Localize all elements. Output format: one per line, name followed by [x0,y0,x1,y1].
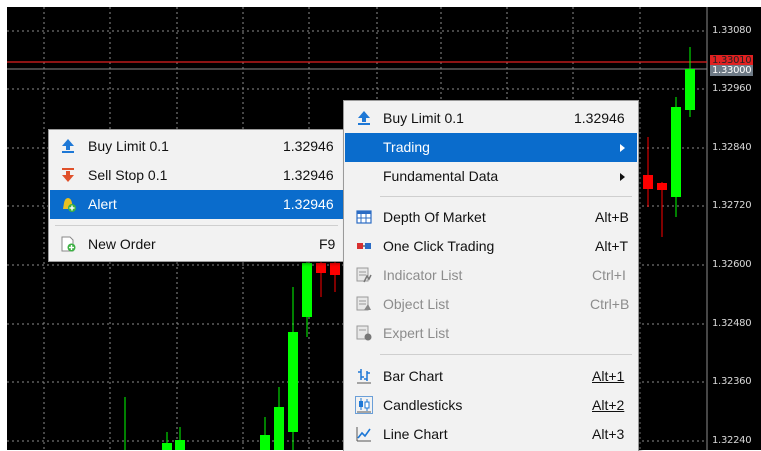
expert-list-icon [356,325,372,341]
new-order-icon [61,236,76,252]
candlesticks-icon [355,396,373,414]
candle-body [671,107,681,197]
submenu-item-price: 1.32946 [283,167,334,183]
price-label: 1.32240 [712,435,752,446]
price-label: 1.32360 [712,376,752,387]
candle-body [657,183,667,190]
price-label: 1.32840 [712,142,752,153]
submenu-item-buy-limit[interactable]: Buy Limit 0.1 1.32946 [50,132,343,161]
submenu-item-label: Buy Limit 0.1 [88,138,169,154]
submenu-item-price: 1.32946 [283,138,334,154]
menu-item-trading[interactable]: Trading [345,133,637,162]
submenu-item-label: Alert [88,196,117,212]
trading-submenu: Buy Limit 0.1 1.32946 Sell Stop 0.1 1.32… [48,129,345,262]
candle-body [643,175,653,189]
object-list-icon [356,296,371,311]
alert-bell-icon [63,198,76,212]
price-label: 1.32720 [712,200,752,211]
submenu-item-sell-stop[interactable]: Sell Stop 0.1 1.32946 [50,161,343,190]
menu-item-label: Object List [383,296,450,312]
menu-item-object-list[interactable]: Object List Ctrl+B [345,290,637,319]
submenu-item-label: Sell Stop 0.1 [88,167,168,183]
menu-item-label: Expert List [383,325,450,341]
menu-item-shortcut: Alt+B [595,209,629,225]
candle-body [330,263,340,275]
price-label: 1.32480 [712,318,752,329]
menu-item-buy-limit[interactable]: Buy Limit 0.1 1.32946 [345,104,637,133]
menu-item-label: Candlesticks [383,397,463,413]
price-label: 1.32960 [712,83,752,94]
candle-body [685,69,695,110]
menu-item-shortcut: Ctrl+B [590,296,630,312]
menu-item-shortcut: Alt+3 [592,426,625,442]
candle-body [162,443,172,450]
menu-separator [380,354,632,355]
menu-item-candlesticks[interactable]: Candlesticks Alt+2 [345,391,637,420]
candle-body [302,263,312,317]
submenu-item-price: 1.32946 [283,196,334,212]
candle-body [274,407,284,450]
menu-item-price: 1.32946 [574,110,625,126]
menu-item-shortcut: Ctrl+I [592,267,626,283]
menu-separator [55,225,338,226]
menu-item-label: Buy Limit 0.1 [383,110,464,126]
submenu-arrow-icon [620,144,625,152]
buy-limit-arrow-icon [62,139,74,153]
submenu-item-new-order[interactable]: New Order F9 [50,230,343,259]
submenu-item-label: New Order [88,236,156,252]
chart-context-menu: Buy Limit 0.1 1.32946 Trading Fundamenta… [343,100,639,451]
menu-item-label: Line Chart [383,426,448,442]
line-chart-icon [356,427,371,442]
candle-body [175,440,185,450]
menu-item-bar-chart[interactable]: Bar Chart Alt+1 [345,362,637,391]
menu-item-label: Indicator List [383,267,463,283]
one-click-trading-icon [357,243,371,249]
indicator-list-icon [356,267,372,283]
menu-item-label: One Click Trading [383,238,495,254]
candle-body [288,332,298,432]
candle-body [260,435,270,450]
sell-stop-arrow-icon [62,168,74,182]
menu-item-shortcut: Alt+1 [592,368,625,384]
buy-limit-arrow-icon [358,111,370,125]
depth-of-market-icon [356,210,372,224]
submenu-item-shortcut: F9 [319,236,336,252]
submenu-arrow-icon [620,173,625,181]
price-label: 1.32600 [712,259,752,270]
menu-item-label: Bar Chart [383,368,443,384]
menu-item-depth-of-market[interactable]: Depth Of Market Alt+B [345,203,637,232]
menu-item-one-click-trading[interactable]: One Click Trading Alt+T [345,232,637,261]
menu-item-expert-list[interactable]: Expert List [345,319,637,348]
candle-body [316,263,326,273]
menu-item-label: Depth Of Market [383,209,486,225]
price-label: 1.33080 [712,25,752,36]
bar-chart-icon [357,369,371,384]
menu-item-shortcut: Alt+T [595,238,629,254]
menu-item-fundamental-data[interactable]: Fundamental Data [345,162,637,191]
submenu-item-alert[interactable]: Alert 1.32946 [50,190,343,219]
menu-item-label: Fundamental Data [383,168,499,184]
menu-item-indicator-list[interactable]: Indicator List Ctrl+I [345,261,637,290]
menu-separator [380,196,632,197]
menu-item-shortcut: Alt+2 [592,397,625,413]
menu-item-line-chart[interactable]: Line Chart Alt+3 [345,420,637,449]
menu-item-label: Trading [383,139,430,155]
bid-price-box: 1.33000 [710,65,754,76]
